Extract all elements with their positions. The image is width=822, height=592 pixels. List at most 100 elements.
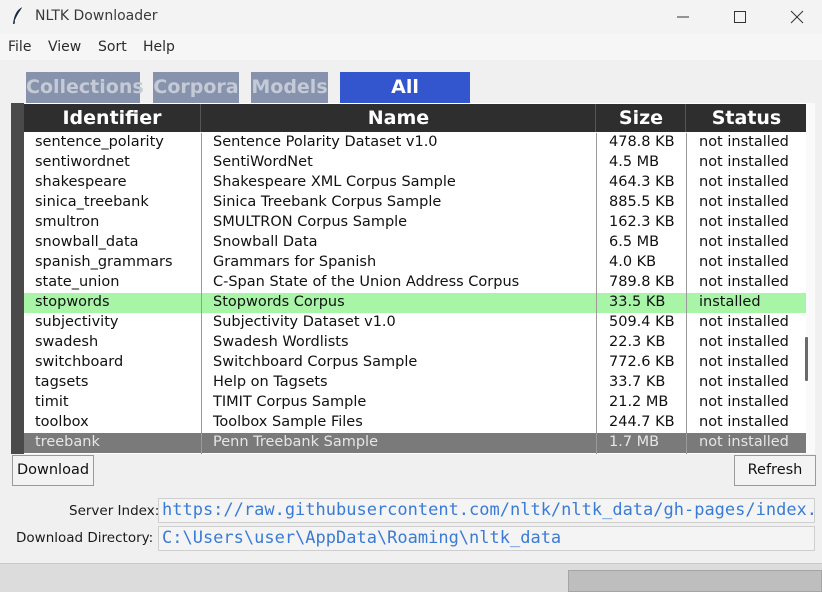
table-rows: sentence_polarity Sentence Polarity Datas… xyxy=(24,133,806,453)
cell-size: 789.8 KB xyxy=(609,274,675,290)
table-row[interactable]: toolbox Toolbox Sample Files 244.7 KB not i… xyxy=(24,413,806,433)
table-row[interactable]: spanish_grammars Grammars for Spanish 4.0 … xyxy=(24,253,806,273)
table-row[interactable]: sentiwordnet SentiWordNet 4.5 MB not instal… xyxy=(24,153,806,173)
cell-size: 464.3 KB xyxy=(609,174,675,190)
cell-name: Help on Tagsets xyxy=(213,374,328,390)
cell-identifier: treebank xyxy=(35,434,100,450)
progress-bar xyxy=(568,570,822,592)
table-row[interactable]: snowball_data Snowball Data 6.5 MB not inst… xyxy=(24,233,806,253)
cell-size: 478.8 KB xyxy=(609,134,675,150)
cell-status: not installed xyxy=(699,354,789,370)
table-row[interactable]: timit TIMIT Corpus Sample 21.2 MB not insta… xyxy=(24,393,806,413)
menu-file[interactable]: File xyxy=(8,39,31,55)
cell-name: Toolbox Sample Files xyxy=(213,414,363,430)
cell-status: not installed xyxy=(699,414,789,430)
cell-size: 33.7 KB xyxy=(609,374,666,390)
cell-status: not installed xyxy=(699,394,789,410)
window-title: NLTK Downloader xyxy=(35,8,158,24)
cell-name: Swadesh Wordlists xyxy=(213,334,349,350)
cell-status: not installed xyxy=(699,374,789,390)
table-row[interactable]: sinica_treebank Sinica Treebank Corpus Sa… xyxy=(24,193,806,213)
download-directory-label: Download Directory: xyxy=(16,530,154,546)
cell-name: SMULTRON Corpus Sample xyxy=(213,214,408,230)
cell-identifier: spanish_grammars xyxy=(35,254,173,270)
cell-name: SentiWordNet xyxy=(213,154,313,170)
cell-identifier: switchboard xyxy=(35,354,124,370)
table-scrollbar[interactable] xyxy=(806,103,815,454)
menu-help[interactable]: Help xyxy=(143,39,175,55)
column-divider xyxy=(596,133,597,454)
cell-identifier: snowball_data xyxy=(35,234,139,250)
table-row[interactable]: sentence_polarity Sentence Polarity Datas… xyxy=(24,133,806,153)
cell-identifier: sentiwordnet xyxy=(35,154,130,170)
server-index-label: Server Index: xyxy=(69,503,160,519)
cell-name: C-Span State of the Union Address Corpus xyxy=(213,274,520,290)
cell-size: 22.3 KB xyxy=(609,334,666,350)
column-header-name[interactable]: Name xyxy=(202,104,596,132)
tab-corpora[interactable]: Corpora xyxy=(153,72,239,103)
cell-status: not installed xyxy=(699,154,789,170)
server-index-field[interactable]: https://raw.githubusercontent.com/nltk/n… xyxy=(158,498,815,523)
cell-status: not installed xyxy=(699,134,789,150)
title-bar: NLTK Downloader xyxy=(0,0,822,34)
cell-status: not installed xyxy=(699,334,789,350)
cell-identifier: timit xyxy=(35,394,69,410)
table-row[interactable]: shakespeare Shakespeare XML Corpus Sample… xyxy=(24,173,806,193)
cell-name: Switchboard Corpus Sample xyxy=(213,354,418,370)
cell-name: Sinica Treebank Corpus Sample xyxy=(213,194,442,210)
cell-size: 162.3 KB xyxy=(609,214,675,230)
cell-size: 772.6 KB xyxy=(609,354,675,370)
cell-identifier: toolbox xyxy=(35,414,89,430)
scrollbar-thumb[interactable] xyxy=(805,337,808,381)
menu-sort[interactable]: Sort xyxy=(98,39,127,55)
tab-all-packages[interactable]: All Packages xyxy=(340,72,470,129)
download-directory-field[interactable]: C:\Users\user\AppData\Roaming\nltk_data xyxy=(158,526,815,551)
cell-size: 21.2 MB xyxy=(609,394,669,410)
cell-size: 33.5 KB xyxy=(609,294,666,310)
cell-size: 244.7 KB xyxy=(609,414,675,430)
cell-status: not installed xyxy=(699,214,789,230)
column-header-size[interactable]: Size xyxy=(597,104,686,132)
minimize-button[interactable] xyxy=(654,0,712,34)
menu-view[interactable]: View xyxy=(48,39,81,55)
cell-name: Penn Treebank Sample xyxy=(213,434,379,450)
maximize-button[interactable] xyxy=(711,0,769,34)
download-button[interactable]: Download xyxy=(12,455,94,486)
table-row[interactable]: switchboard Switchboard Corpus Sample 772.… xyxy=(24,353,806,373)
cell-status: not installed xyxy=(699,314,789,330)
close-button[interactable] xyxy=(768,0,822,34)
cell-size: 885.5 KB xyxy=(609,194,675,210)
column-header-identifier[interactable]: Identifier xyxy=(24,104,201,132)
column-header-status[interactable]: Status xyxy=(687,104,806,132)
cell-status: not installed xyxy=(699,194,789,210)
menu-bar: File View Sort Help xyxy=(0,34,822,60)
table-header: Identifier Name Size Status xyxy=(24,104,806,132)
cell-status: not installed xyxy=(699,174,789,190)
cell-size: 4.5 MB xyxy=(609,154,660,170)
column-divider xyxy=(686,133,687,454)
table-row[interactable]: subjectivity Subjectivity Dataset v1.0 509… xyxy=(24,313,806,333)
package-table-body: Identifier Name Size Status sentence_pol… xyxy=(24,103,806,454)
cell-status: installed xyxy=(699,294,761,310)
cell-identifier: tagsets xyxy=(35,374,89,390)
table-row[interactable]: swadesh Swadesh Wordlists 22.3 KB not insta… xyxy=(24,333,806,353)
tab-models[interactable]: Models xyxy=(251,72,328,103)
table-row[interactable]: treebank Penn Treebank Sample 1.7 MB not in… xyxy=(24,433,806,453)
column-divider xyxy=(201,133,202,454)
table-row[interactable]: stopwords Stopwords Corpus 33.5 KB installe… xyxy=(24,293,806,313)
cell-name: Subjectivity Dataset v1.0 xyxy=(213,314,396,330)
cell-identifier: subjectivity xyxy=(35,314,119,330)
cell-status: not installed xyxy=(699,234,789,250)
cell-size: 509.4 KB xyxy=(609,314,675,330)
cell-name: Shakespeare XML Corpus Sample xyxy=(213,174,456,190)
cell-identifier: stopwords xyxy=(35,294,110,310)
table-row[interactable]: state_union C-Span State of the Union Add… xyxy=(24,273,806,293)
feather-icon xyxy=(13,6,24,24)
cell-identifier: state_union xyxy=(35,274,120,290)
cell-name: TIMIT Corpus Sample xyxy=(213,394,367,410)
refresh-button[interactable]: Refresh xyxy=(734,455,816,486)
tab-collections[interactable]: Collections xyxy=(26,72,144,103)
table-row[interactable]: tagsets Help on Tagsets 33.7 KB not install… xyxy=(24,373,806,393)
cell-name: Sentence Polarity Dataset v1.0 xyxy=(213,134,438,150)
table-row[interactable]: smultron SMULTRON Corpus Sample 162.3 KB no… xyxy=(24,213,806,233)
